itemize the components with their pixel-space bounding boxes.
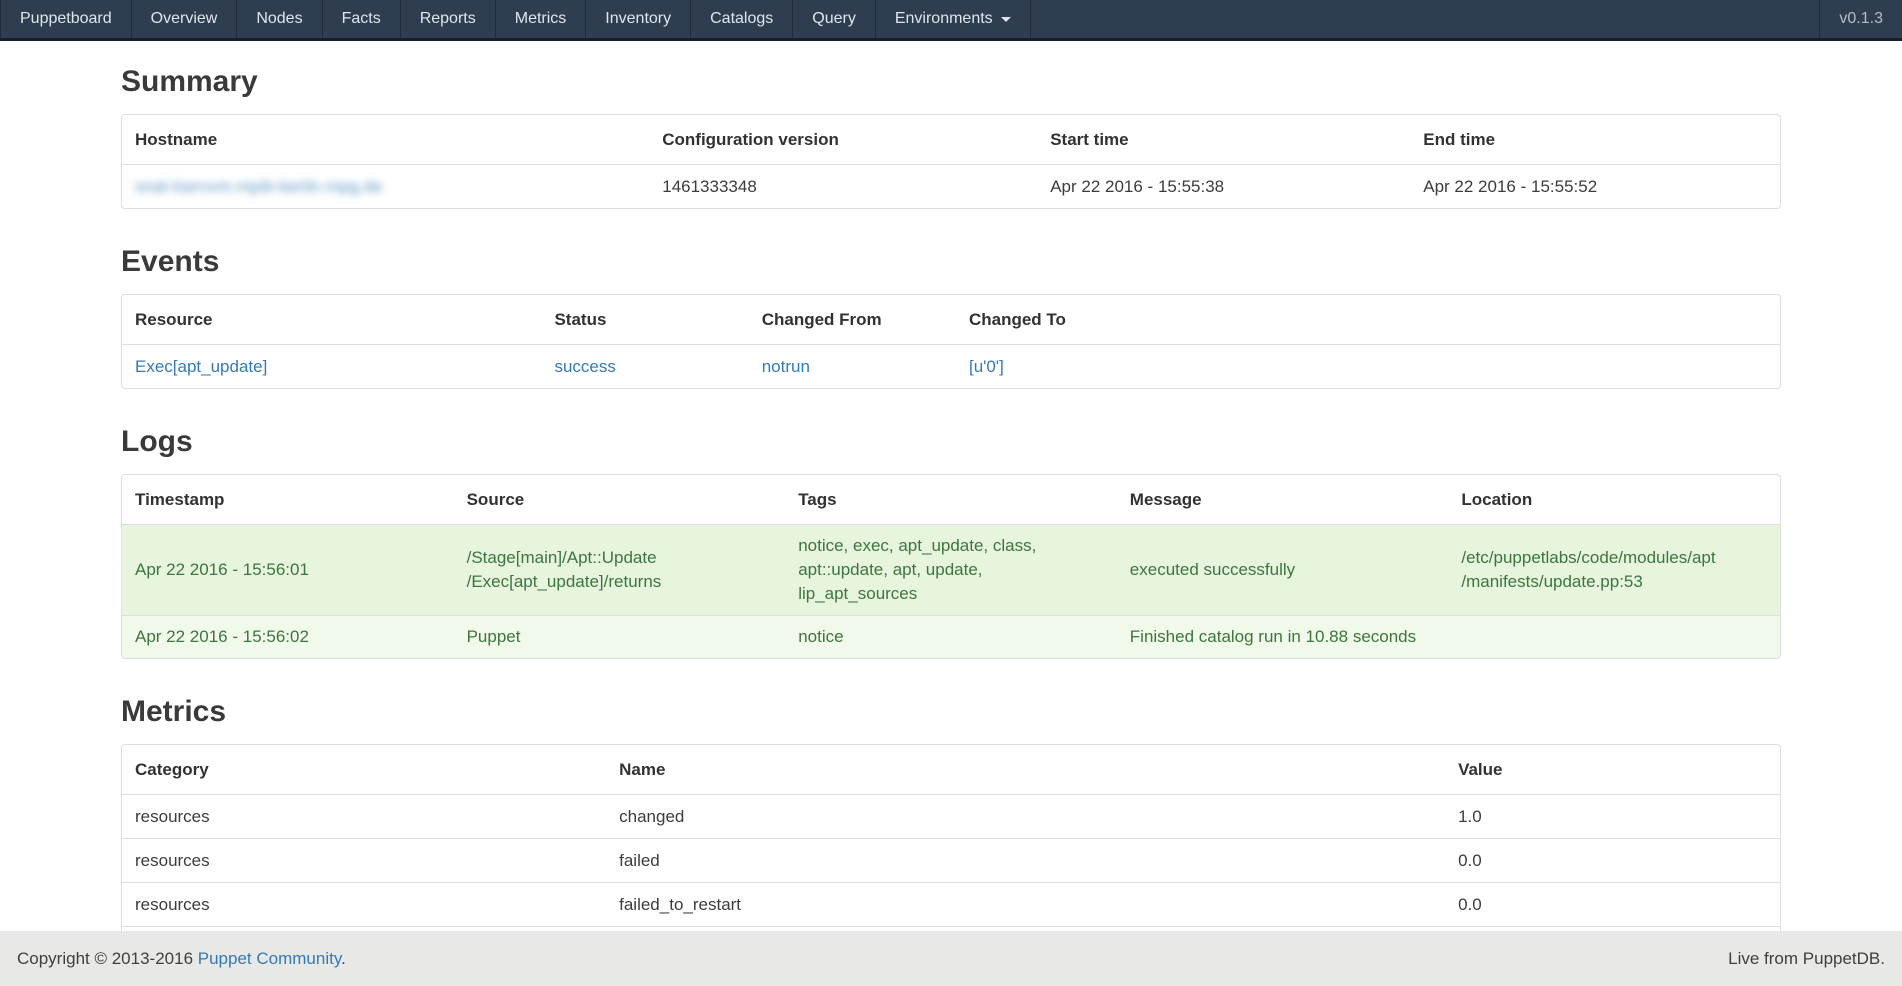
nav-item-facts[interactable]: Facts — [323, 0, 401, 38]
summary-header-row: Hostname Configuration version Start tim… — [122, 115, 1780, 165]
logs-header-row: Timestamp Source Tags Message Location — [122, 475, 1780, 525]
metric-name: changed — [606, 795, 1445, 839]
nav-item-overview[interactable]: Overview — [132, 0, 238, 38]
nav-item-inventory[interactable]: Inventory — [586, 0, 691, 38]
start-time-value: Apr 22 2016 - 15:55:38 — [1037, 165, 1410, 209]
summary-heading: Summary — [121, 65, 1781, 99]
metric-category: resources — [122, 883, 606, 927]
nav-item-nodes[interactable]: Nodes — [237, 0, 322, 38]
log-tags: notice, exec, apt_update, class, apt::up… — [785, 525, 1117, 616]
logs-col-source: Source — [454, 475, 786, 525]
hostname-link[interactable]: snat-tservvm.mpib-berlin.mpg.de — [135, 177, 383, 196]
log-tags: notice — [785, 616, 1117, 659]
events-heading: Events — [121, 245, 1781, 279]
events-col-resource: Resource — [122, 295, 541, 345]
app-version: v0.1.3 — [1819, 0, 1902, 38]
metric-category: resources — [122, 795, 606, 839]
logs-col-timestamp: Timestamp — [122, 475, 454, 525]
events-col-changed-to: Changed To — [956, 295, 1780, 345]
metric-value: 0.0 — [1445, 883, 1780, 927]
copyright-suffix: . — [341, 949, 346, 968]
event-changed-to-link[interactable]: [u'0'] — [969, 357, 1004, 376]
metric-name: failed_to_restart — [606, 883, 1445, 927]
nav-item-label: Inventory — [605, 10, 671, 28]
end-time-value: Apr 22 2016 - 15:55:52 — [1410, 165, 1780, 209]
events-col-status: Status — [541, 295, 748, 345]
nav-item-label: Overview — [151, 10, 218, 28]
nav-item-catalogs[interactable]: Catalogs — [691, 0, 793, 38]
nav-brand-label: Puppetboard — [20, 10, 112, 28]
event-changed-from-link[interactable]: notrun — [762, 357, 810, 376]
metric-name: failed — [606, 839, 1445, 883]
copyright-text: Copyright © 2013-2016 Puppet Community. — [17, 949, 346, 969]
nav-item-reports[interactable]: Reports — [401, 0, 496, 38]
log-location: ​/etc​/puppetlabs​/code​/modules​/apt​/m… — [1461, 546, 1716, 594]
nav-item-label: Query — [812, 10, 856, 28]
nav-dropdown-label: Environments — [895, 10, 993, 28]
top-navbar: Puppetboard Overview Nodes Facts Reports… — [0, 0, 1902, 41]
metrics-col-value: Value — [1445, 745, 1780, 795]
event-resource-link[interactable]: Exec[apt_update] — [135, 357, 267, 376]
nav-dropdown-environments[interactable]: Environments — [876, 0, 1031, 38]
logs-col-location: Location — [1448, 475, 1780, 525]
event-row: Exec[apt_update] success notrun [u'0'] — [122, 345, 1780, 389]
summary-col-end-time: End time — [1410, 115, 1780, 165]
summary-table: Hostname Configuration version Start tim… — [121, 114, 1781, 209]
nav-item-query[interactable]: Query — [793, 0, 876, 38]
metrics-header-row: Category Name Value — [122, 745, 1780, 795]
log-timestamp: Apr 22 2016 - 15:56:01 — [122, 525, 454, 616]
log-location — [1448, 616, 1780, 659]
metrics-heading: Metrics — [121, 695, 1781, 729]
nav-item-label: Metrics — [515, 10, 567, 28]
config-version-value: 1461333348 — [649, 165, 1037, 209]
metrics-col-name: Name — [606, 745, 1445, 795]
nav-item-metrics[interactable]: Metrics — [496, 0, 587, 38]
logs-table: Timestamp Source Tags Message Location A… — [121, 474, 1781, 659]
event-status-link[interactable]: success — [554, 357, 615, 376]
nav-item-label: Reports — [420, 10, 476, 28]
metrics-col-category: Category — [122, 745, 606, 795]
metric-value: 0.0 — [1445, 839, 1780, 883]
nav-item-label: Catalogs — [710, 10, 773, 28]
navbar-spacer — [1031, 0, 1820, 38]
log-source: ​/Stage[main]​/Apt::Update​/Exec[apt_upd… — [467, 546, 752, 594]
nav-item-label: Facts — [342, 10, 381, 28]
main-content: Summary Hostname Configuration version S… — [121, 65, 1781, 946]
log-message: executed successfully — [1117, 525, 1449, 616]
metric-value: 1.0 — [1445, 795, 1780, 839]
log-row: Apr 22 2016 - 15:56:01 ​/Stage[main]​/Ap… — [122, 525, 1780, 616]
metric-row: resources failed 0.0 — [122, 839, 1780, 883]
live-from-puppetdb-text: Live from PuppetDB. — [1728, 949, 1885, 969]
nav-brand-puppetboard[interactable]: Puppetboard — [0, 0, 132, 38]
puppet-community-link[interactable]: Puppet Community — [198, 949, 341, 968]
summary-col-start-time: Start time — [1037, 115, 1410, 165]
nav-item-label: Nodes — [256, 10, 302, 28]
logs-heading: Logs — [121, 425, 1781, 459]
metric-row: resources failed_to_restart 0.0 — [122, 883, 1780, 927]
events-table: Resource Status Changed From Changed To … — [121, 294, 1781, 389]
events-col-changed-from: Changed From — [749, 295, 956, 345]
summary-col-hostname: Hostname — [122, 115, 649, 165]
log-row: Apr 22 2016 - 15:56:02 Puppet notice Fin… — [122, 616, 1780, 659]
metrics-table: Category Name Value resources changed 1.… — [121, 744, 1781, 946]
nav-items: Puppetboard Overview Nodes Facts Reports… — [0, 0, 1031, 38]
chevron-down-icon — [1001, 17, 1011, 22]
page-footer: Copyright © 2013-2016 Puppet Community. … — [0, 931, 1902, 986]
summary-col-config-version: Configuration version — [649, 115, 1037, 165]
metric-category: resources — [122, 839, 606, 883]
copyright-prefix: Copyright © 2013-2016 — [17, 949, 193, 968]
log-message: Finished catalog run in 10.88 seconds — [1117, 616, 1449, 659]
log-timestamp: Apr 22 2016 - 15:56:02 — [122, 616, 454, 659]
logs-col-tags: Tags — [785, 475, 1117, 525]
events-header-row: Resource Status Changed From Changed To — [122, 295, 1780, 345]
metric-row: resources changed 1.0 — [122, 795, 1780, 839]
logs-col-message: Message — [1117, 475, 1449, 525]
summary-row: snat-tservvm.mpib-berlin.mpg.de 14613333… — [122, 165, 1780, 209]
log-source: Puppet — [454, 616, 786, 659]
